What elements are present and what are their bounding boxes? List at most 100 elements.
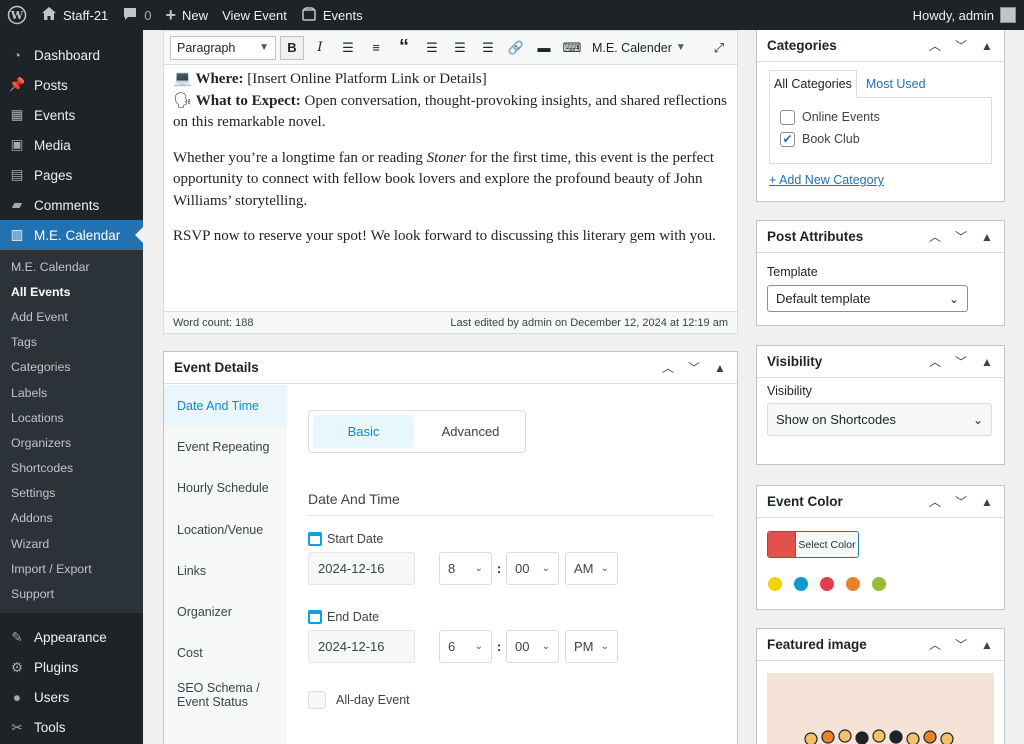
start-hour-select[interactable]: 8 ⌄: [439, 552, 492, 585]
tab-cost[interactable]: Cost: [164, 633, 287, 674]
account-menu[interactable]: Howdy, admin: [906, 0, 1024, 30]
sidebar-item-events[interactable]: ▦ Events: [0, 100, 143, 130]
read-more-icon[interactable]: ▬: [532, 36, 556, 60]
submenu-item-organizers[interactable]: Organizers: [0, 430, 143, 455]
sidebar-item-comments[interactable]: ▰ Comments: [0, 190, 143, 220]
tab-organizer[interactable]: Organizer: [164, 591, 287, 632]
sidebar-item-posts[interactable]: 📌 Posts: [0, 70, 143, 100]
end-minute-select[interactable]: 00 ⌄: [506, 630, 559, 663]
toggle-arrow-icon[interactable]: ▲: [980, 37, 994, 54]
category-checkbox[interactable]: ✔: [780, 131, 795, 147]
me-calendar-button[interactable]: M.E. Calender ▼: [588, 41, 690, 55]
tab-date-and-time[interactable]: Date And Time: [164, 385, 287, 427]
site-name: Staff-21: [63, 7, 109, 23]
submenu-item-shortcodes[interactable]: Shortcodes: [0, 456, 143, 481]
comments-link[interactable]: 0: [115, 0, 158, 30]
color-preset-swatch[interactable]: [768, 577, 782, 591]
tab-all-categories[interactable]: All Categories: [769, 70, 857, 98]
color-preset-swatch[interactable]: [846, 577, 860, 591]
submenu-item-all-events[interactable]: All Events: [0, 279, 143, 304]
submenu-item-locations[interactable]: Locations: [0, 405, 143, 430]
fullscreen-icon[interactable]: ⤢: [707, 36, 731, 60]
submenu-item-labels[interactable]: Labels: [0, 380, 143, 405]
chevron-up-icon[interactable]: ︿: [928, 636, 942, 653]
link-icon[interactable]: 🔗: [504, 36, 528, 60]
tab-basic[interactable]: Basic: [313, 415, 414, 448]
color-preset-swatch[interactable]: [794, 577, 808, 591]
chevron-down-icon[interactable]: ﹀: [687, 359, 701, 376]
sidebar-item-tools[interactable]: ✂ Tools: [0, 713, 143, 743]
tab-links[interactable]: Links: [164, 550, 287, 591]
tab-hourly-schedule[interactable]: Hourly Schedule: [164, 468, 287, 509]
bullet-list-icon[interactable]: ☰: [336, 36, 360, 60]
submenu-item-add-event[interactable]: Add Event: [0, 304, 143, 329]
end-ampm-select[interactable]: PM ⌄: [565, 630, 618, 663]
chevron-down-icon[interactable]: ﹀: [954, 636, 968, 653]
add-new-category-link[interactable]: + Add New Category: [769, 173, 884, 187]
category-checkbox[interactable]: [780, 109, 795, 125]
submenu-item-tags[interactable]: Tags: [0, 330, 143, 355]
toggle-arrow-icon[interactable]: ▲: [980, 353, 994, 370]
chevron-down-icon[interactable]: ﹀: [954, 353, 968, 370]
bold-button[interactable]: B: [280, 35, 304, 60]
visibility-select[interactable]: Show on Shortcodes ⌄: [767, 403, 992, 436]
submenu-item-categories[interactable]: Categories: [0, 355, 143, 380]
sidebar-item-users[interactable]: ● Users: [0, 683, 143, 713]
tab-seo-schema-event-status[interactable]: SEO Schema / Event Status: [164, 674, 287, 715]
sidebar-item-m-e-calendar[interactable]: ▥ M.E. Calendar: [0, 220, 143, 250]
italic-button[interactable]: I: [308, 36, 332, 60]
submenu-item-m-e-calendar[interactable]: M.E. Calendar: [0, 254, 143, 279]
event-details-panel: Event Details ︿ ﹀ ▲ Date And Time Event R…: [163, 351, 738, 744]
toggle-arrow-icon[interactable]: ▲: [713, 359, 727, 376]
end-hour-select[interactable]: 6 ⌄: [439, 630, 492, 663]
sidebar-item-pages[interactable]: ▤ Pages: [0, 160, 143, 190]
template-select[interactable]: Default template ⌄: [767, 285, 968, 312]
submenu-item-settings[interactable]: Settings: [0, 481, 143, 506]
toggle-arrow-icon[interactable]: ▲: [980, 228, 994, 245]
submenu-item-import-export[interactable]: Import / Export: [0, 556, 143, 581]
chevron-up-icon[interactable]: ︿: [928, 353, 942, 370]
chevron-up-icon[interactable]: ︿: [928, 37, 942, 54]
start-ampm-select[interactable]: AM ⌄: [565, 552, 618, 585]
color-preset-swatch[interactable]: [872, 577, 886, 591]
end-date-input[interactable]: 2024-12-16: [308, 630, 415, 663]
view-event-link[interactable]: View Event: [215, 0, 294, 30]
toggle-arrow-icon[interactable]: ▲: [980, 636, 994, 653]
featured-image-thumbnail[interactable]: [767, 673, 994, 744]
chevron-up-icon[interactable]: ︿: [661, 359, 675, 376]
chevron-down-icon[interactable]: ﹀: [954, 228, 968, 245]
sidebar-item-plugins[interactable]: ⚙ Plugins: [0, 653, 143, 683]
sidebar-item-appearance[interactable]: ✎ Appearance: [0, 623, 143, 653]
new-content-link[interactable]: + New: [159, 0, 216, 30]
select-color-button[interactable]: Select Color: [767, 531, 859, 558]
all-day-checkbox[interactable]: [308, 691, 326, 709]
sidebar-item-media[interactable]: ▣ Media: [0, 130, 143, 160]
chevron-down-icon[interactable]: ﹀: [954, 37, 968, 54]
blockquote-icon[interactable]: “: [392, 36, 416, 60]
tab-most-used[interactable]: Most Used: [857, 70, 931, 98]
start-date-input[interactable]: 2024-12-16: [308, 552, 415, 585]
submenu-item-support[interactable]: Support: [0, 581, 143, 606]
submenu-item-addons[interactable]: Addons: [0, 506, 143, 531]
chevron-up-icon[interactable]: ︿: [928, 493, 942, 510]
align-right-icon[interactable]: ☰: [476, 36, 500, 60]
start-minute-select[interactable]: 00 ⌄: [506, 552, 559, 585]
keyboard-icon[interactable]: ⌨: [560, 36, 584, 60]
color-preset-swatch[interactable]: [820, 577, 834, 591]
wp-logo-icon[interactable]: W: [0, 0, 34, 30]
tab-location-venue[interactable]: Location/Venue: [164, 509, 287, 550]
align-center-icon[interactable]: ☰: [448, 36, 472, 60]
submenu-item-wizard[interactable]: Wizard: [0, 531, 143, 556]
site-name-link[interactable]: Staff-21: [34, 0, 115, 30]
chevron-down-icon[interactable]: ﹀: [954, 493, 968, 510]
tab-advanced[interactable]: Advanced: [420, 415, 521, 448]
events-link[interactable]: Events: [294, 0, 370, 30]
format-select[interactable]: Paragraph ▼: [170, 35, 276, 60]
sidebar-item-dashboard[interactable]: ◔ Dashboard: [0, 40, 143, 70]
toggle-arrow-icon[interactable]: ▲: [980, 493, 994, 510]
editor-content[interactable]: 💻 Where: [Insert Online Platform Link or…: [164, 65, 737, 313]
align-left-icon[interactable]: ☰: [420, 36, 444, 60]
numbered-list-icon[interactable]: ≡: [364, 36, 388, 60]
chevron-up-icon[interactable]: ︿: [928, 228, 942, 245]
tab-event-repeating[interactable]: Event Repeating: [164, 426, 287, 467]
